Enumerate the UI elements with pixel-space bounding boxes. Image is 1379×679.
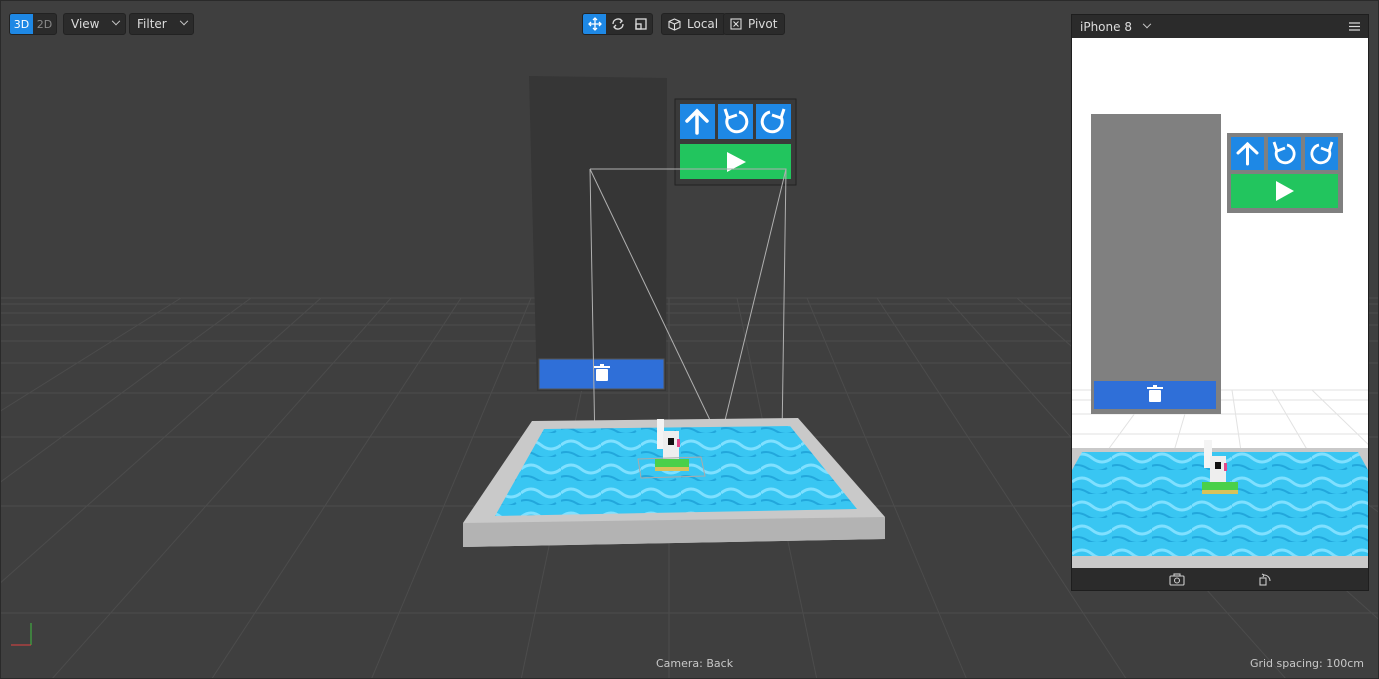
mode-2d-button[interactable]: 2D bbox=[33, 14, 56, 34]
pivot-toggle-button[interactable]: Pivot bbox=[723, 13, 786, 35]
rotate-tool-icon bbox=[611, 18, 624, 30]
transform-tools[interactable] bbox=[582, 13, 653, 35]
scale-tool-button[interactable] bbox=[629, 14, 652, 34]
view-dropdown[interactable]: View bbox=[63, 13, 127, 35]
trash-icon bbox=[594, 364, 610, 381]
rotate-tool-button[interactable] bbox=[606, 14, 629, 34]
pivot-label: Pivot bbox=[748, 17, 778, 31]
device-side-panel bbox=[1091, 114, 1221, 414]
local-toggle-button[interactable]: Local bbox=[661, 13, 727, 35]
device-preview: iPhone 8 bbox=[1071, 14, 1369, 591]
local-label: Local bbox=[687, 17, 719, 31]
pivot-icon bbox=[730, 18, 742, 30]
side-panel-3d bbox=[529, 76, 667, 391]
filter-dropdown[interactable]: Filter bbox=[129, 13, 194, 35]
filter-dropdown-label: Filter bbox=[137, 17, 167, 31]
dimension-toggle[interactable]: 3D 2D bbox=[9, 13, 57, 35]
move-tool-button[interactable] bbox=[583, 14, 606, 34]
view-dropdown-label: View bbox=[71, 17, 100, 31]
chevron-down-icon bbox=[1142, 19, 1152, 28]
scene-viewport[interactable]: 3D 2D View Filter Local Pivot iPhone 8 C… bbox=[0, 0, 1379, 679]
device-screen[interactable] bbox=[1072, 38, 1368, 568]
grid-spacing-label: Grid spacing: 100cm bbox=[1249, 657, 1364, 670]
move-tool-icon bbox=[587, 17, 602, 31]
menu-icon[interactable] bbox=[1349, 22, 1360, 31]
camera-label: Camera: Back bbox=[656, 657, 734, 670]
device-footer bbox=[1072, 568, 1368, 590]
mode-3d-button[interactable]: 3D bbox=[10, 14, 33, 34]
trash-icon bbox=[1147, 385, 1163, 402]
device-scene bbox=[1072, 38, 1368, 568]
chevron-down-icon bbox=[179, 16, 188, 26]
scale-tool-icon bbox=[634, 18, 647, 30]
rotate-device-icon[interactable] bbox=[1258, 572, 1272, 586]
chevron-down-icon bbox=[112, 16, 121, 26]
device-select[interactable]: iPhone 8 bbox=[1080, 19, 1152, 34]
device-header: iPhone 8 bbox=[1072, 15, 1368, 38]
cube-icon bbox=[668, 17, 681, 31]
screenshot-icon[interactable] bbox=[1168, 572, 1185, 586]
device-name: iPhone 8 bbox=[1080, 19, 1132, 34]
